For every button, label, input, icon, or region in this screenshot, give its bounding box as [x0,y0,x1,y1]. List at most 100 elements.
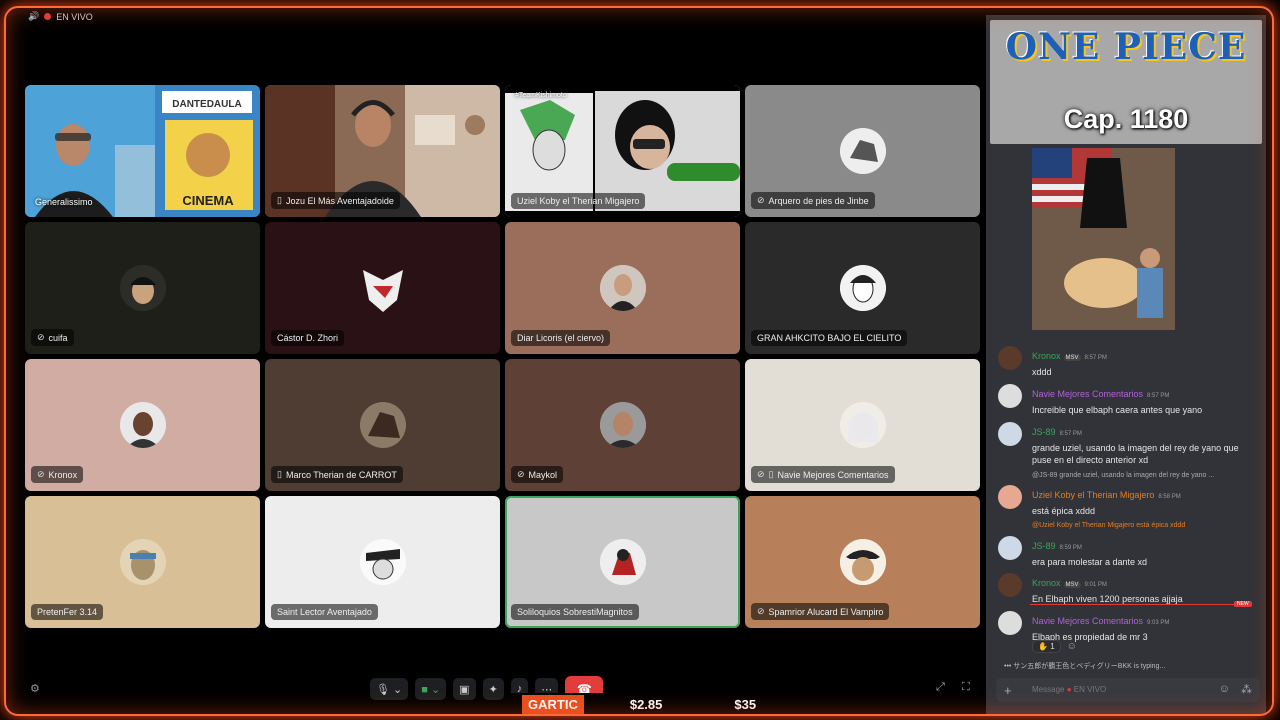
microphone-button[interactable]: 🎙 ⌄ [370,678,409,700]
input-placeholder: Message ● EN VIVO [1032,685,1107,694]
one-piece-logo: ONE PIECE [1005,26,1247,68]
message-author[interactable]: Uziel Koby el Therian Migajero [1032,490,1154,500]
chat-image-attachment[interactable] [1032,148,1175,330]
message-author[interactable]: JS-89 [1032,541,1056,551]
participant-name: PretenFer 3.14 [37,607,98,617]
message-time: 8:57 PM [1147,393,1170,399]
avatar [839,402,886,448]
participant-tile[interactable]: ⊘ Spamrior Alucard El Vampiro [745,496,980,628]
screen-share-button[interactable]: ▣ [453,678,476,700]
participant-name: Generalissimo [35,197,93,207]
participant-name: GRAN AHKCITO BAJO EL CIELITO [757,333,902,343]
message-text: grande uziel, usando la imagen del rey d… [1032,443,1239,465]
participant-tile[interactable]: ▯ Marco Therian de CARROT [265,359,500,491]
mic-muted-icon: ⊘ [757,469,765,479]
top-status: 🔊 EN VIVO [28,11,93,22]
participant-tile[interactable]: CINEMA DANTEDAULA Generalissimo [25,85,260,217]
avatar [998,384,1022,408]
participant-tile[interactable]: GRAN AHKCITO BAJO EL CIELITO [745,222,980,354]
fullscreen-icon[interactable]: ⛶ [962,681,970,694]
participant-tile[interactable]: ▯ Jozu El Más Aventajadoide [265,85,500,217]
message-time: 9:03 PM [1147,620,1170,626]
message-author[interactable]: Kronox [1032,351,1061,361]
avatar [599,402,646,448]
participant-name: Diar Licoris (el ciervo) [517,333,605,343]
avatar [599,265,646,311]
user-settings-icon[interactable]: ⚙ [30,682,40,695]
participant-tile[interactable]: Saint Lector Aventajado [265,496,500,628]
avatar [998,346,1022,370]
phone-icon: ▯ [768,469,774,479]
message-time: 8:57 PM [1059,431,1082,437]
avatar [998,536,1022,560]
avatar [839,128,886,174]
participant-name: Arquero de pies de Jinbe [768,195,869,206]
participant-tile[interactable]: Cástor D. Zhori [265,222,500,354]
chapter-label: Cap. 1180 [1063,104,1189,134]
message-text: xddd [1032,367,1052,377]
message-time: 8:59 PM [1059,545,1082,551]
avatar [119,539,166,585]
avatar [839,539,886,585]
speaker-icon[interactable]: 🔊 [28,11,39,22]
participant-name: Navie Mejores Comentarios [777,469,889,480]
reaction-count: 1 [1050,642,1055,651]
name-tag: Saint Lector Aventajado [271,604,378,620]
participant-name: Kronox [48,469,78,480]
avatar [599,539,646,585]
participant-tile[interactable]: ⊘ Arquero de pies de Jinbe [745,85,980,217]
message-author[interactable]: JS-89 [1032,427,1056,437]
participant-tile[interactable]: ⊘ Maykol [505,359,740,491]
participant-tile[interactable]: #TeamKishimoto Uziel Koby el Therian Mig… [505,85,740,217]
emoji-icon[interactable]: ☺ [1219,683,1230,695]
participant-tile[interactable]: ⊘ ▯ Navie Mejores Comentarios [745,359,980,491]
message-author[interactable]: Navie Mejores Comentarios [1032,616,1143,626]
reply-preview[interactable]: @Uziel Koby el Therian Migajero está épi… [1032,522,1185,529]
participant-name: Spamrior Alucard El Vampiro [768,606,884,617]
name-tag: Cástor D. Zhori [271,330,345,346]
participant-name: Maykol [528,469,558,480]
message-time: 8:58 PM [1158,494,1181,500]
message-text: era para molestar a dante xd [1032,557,1148,567]
participant-tile[interactable]: ⊘ Kronox [25,359,260,491]
price-label: $35 [734,696,757,712]
new-badge: NEW [1234,601,1252,607]
participant-grid: CINEMA DANTEDAULA Generalissimo ▯ Jozu El… [25,85,980,629]
message-author[interactable]: Navie Mejores Comentarios [1032,389,1143,399]
camera-button[interactable]: ■ ⌄ [415,678,447,700]
message-time: 8:57 PM [1084,355,1107,361]
typing-text: サン五郎が覇王色とベディグリーBKK is typing... [1013,663,1166,670]
phone-icon: ▯ [277,195,282,205]
name-tag: GRAN AHKCITO BAJO EL CIELITO [751,330,908,346]
message-input[interactable]: + Message ● EN VIVO ☺ ⁂ [996,678,1260,702]
participant-tile[interactable]: Diar Licoris (el ciervo) [505,222,740,354]
name-tag: PretenFer 3.14 [31,604,104,620]
message-time: 9:01 PM [1084,582,1107,588]
mic-muted-icon: ⊘ [37,332,45,342]
popout-icon[interactable]: ⤢ [936,681,945,694]
avatar [119,402,166,448]
reply-preview[interactable]: @JS-89 grande uziel, usando la imagen de… [1032,472,1214,479]
avatar [359,402,406,448]
name-tag: ⊘ Kronox [31,466,84,483]
participant-tile[interactable]: Soliloquios SobrestiMagnitos [505,496,740,628]
name-tag: Uziel Koby el Therian Migajero [511,193,646,209]
mic-muted-icon: ⊘ [37,469,45,479]
avatar [119,265,166,311]
name-tag: ⊘ Spamrior Alucard El Vampiro [751,603,890,620]
name-tag: ⊘ Maykol [511,466,564,483]
participant-tile[interactable]: PretenFer 3.14 [25,496,260,628]
avatar [998,485,1022,509]
avatar [998,422,1022,446]
name-tag: Diar Licoris (el ciervo) [511,330,611,346]
attach-plus-icon[interactable]: + [1004,683,1012,698]
message-author[interactable]: Kronox [1032,578,1061,588]
participant-tile[interactable]: ⊘ cuifa [25,222,260,354]
avatar [839,265,886,311]
add-reaction-icon[interactable]: ☺ [1067,641,1077,652]
activities-button[interactable]: ✦ [482,678,504,700]
avatar [359,539,406,585]
phone-icon: ▯ [277,469,282,479]
apps-icon[interactable]: ⁂ [1241,683,1252,696]
reaction-pill[interactable]: ✋ 1 [1032,640,1061,653]
